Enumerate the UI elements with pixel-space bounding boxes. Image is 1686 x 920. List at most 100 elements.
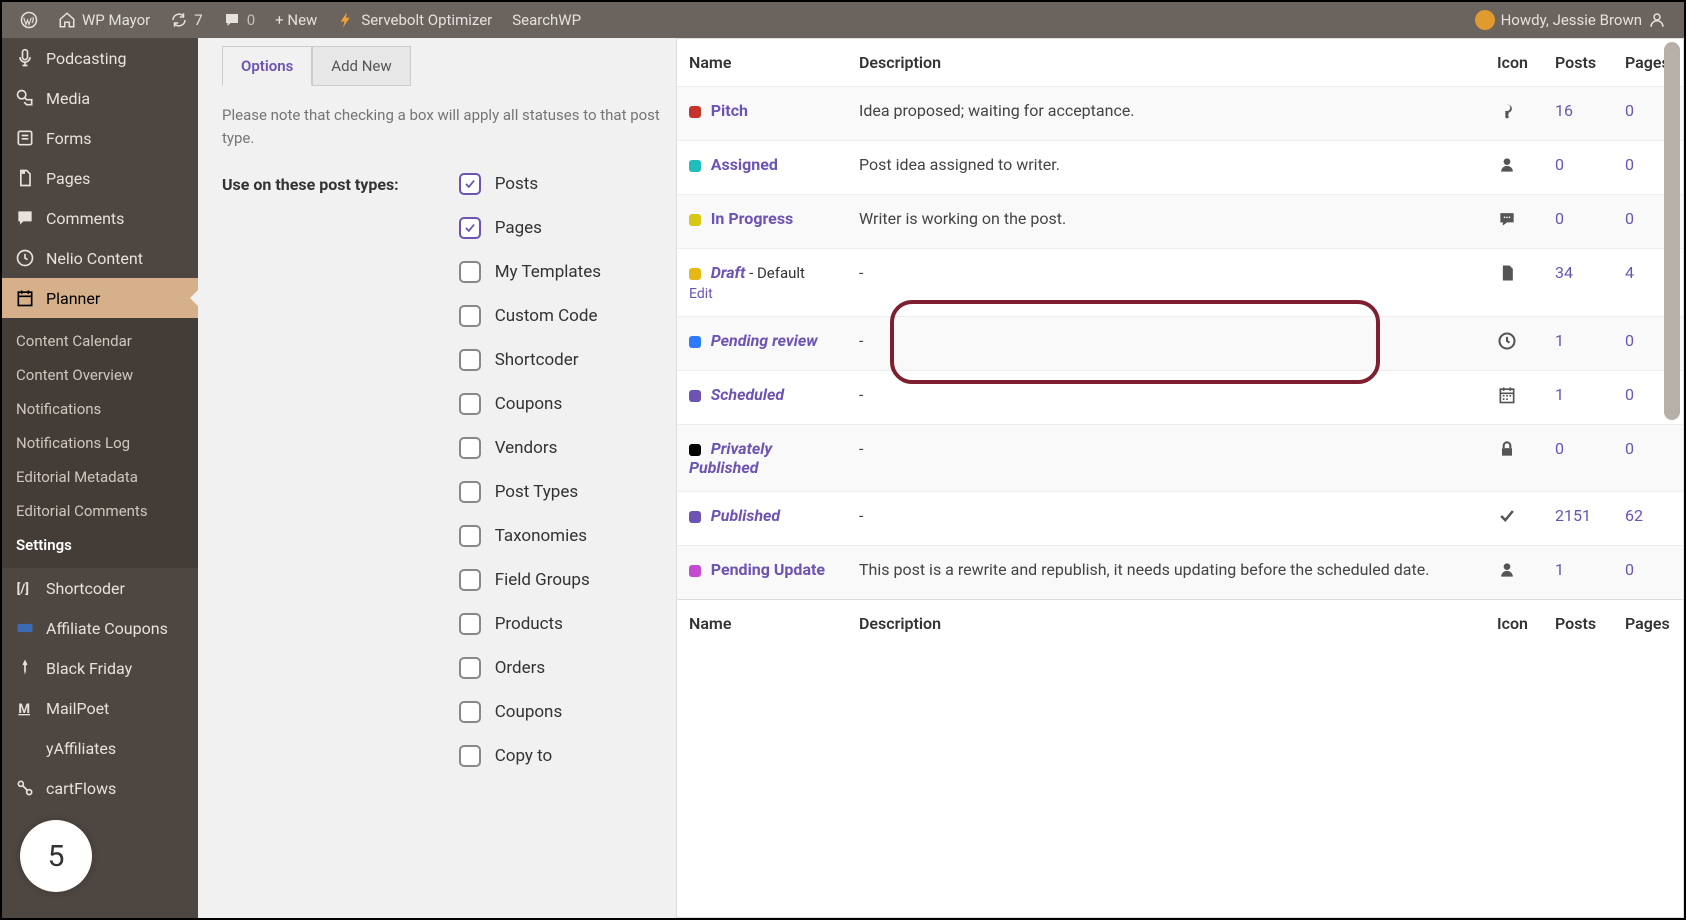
status-posts[interactable]: 16 — [1543, 87, 1613, 141]
checkbox[interactable] — [459, 437, 481, 459]
status-posts[interactable]: 1 — [1543, 317, 1613, 371]
checkbox[interactable] — [459, 701, 481, 723]
status-link[interactable]: In Progress — [711, 209, 794, 228]
site-name[interactable]: WP Mayor — [48, 2, 160, 38]
sidebar-item-nelio[interactable]: Nelio Content — [2, 238, 198, 278]
posttype-shortcoder[interactable]: Shortcoder — [459, 349, 601, 371]
posttype-vendors[interactable]: Vendors — [459, 437, 601, 459]
status-posts[interactable]: 34 — [1543, 249, 1613, 317]
status-link[interactable]: Draft — [711, 263, 746, 282]
th-posts[interactable]: Posts — [1543, 39, 1613, 87]
user-menu[interactable]: Howdy, Jessie Brown — [1465, 2, 1676, 38]
posttype-copy-to[interactable]: Copy to — [459, 745, 601, 767]
sidebar-sub-notifications-log[interactable]: Notifications Log — [2, 426, 198, 460]
calendar-icon — [14, 288, 36, 308]
posttype-taxonomies[interactable]: Taxonomies — [459, 525, 601, 547]
posttype-coupons[interactable]: Coupons — [459, 701, 601, 723]
tab-add-new[interactable]: Add New — [312, 46, 410, 86]
status-posts[interactable]: 1 — [1543, 546, 1613, 600]
comments[interactable]: 0 — [213, 2, 265, 38]
sidebar-item-shortcoder[interactable]: [/]Shortcoder — [2, 568, 198, 608]
posttype-field-groups[interactable]: Field Groups — [459, 569, 601, 591]
checkbox[interactable] — [459, 261, 481, 283]
status-row-in-progress[interactable]: In ProgressWriter is working on the post… — [677, 195, 1683, 249]
checkbox[interactable] — [459, 481, 481, 503]
sidebar-item-mailpoet[interactable]: MMailPoet — [2, 688, 198, 728]
th-desc[interactable]: Description — [847, 39, 1485, 87]
sidebar-item-label: Shortcoder — [46, 579, 125, 598]
checkbox[interactable] — [459, 745, 481, 767]
posttype-my-templates[interactable]: My Templates — [459, 261, 601, 283]
status-pages[interactable]: 0 — [1613, 546, 1683, 600]
status-row-scheduled[interactable]: Scheduled-10 — [677, 371, 1683, 425]
sidebar-item-affiliate[interactable]: Affiliate Coupons — [2, 608, 198, 648]
status-link[interactable]: Scheduled — [711, 385, 784, 404]
status-posts[interactable]: 0 — [1543, 425, 1613, 492]
status-row-published[interactable]: Published-215162 — [677, 492, 1683, 546]
status-posts[interactable]: 1 — [1543, 371, 1613, 425]
sidebar-item-comments[interactable]: Comments — [2, 198, 198, 238]
updates-count: 7 — [194, 11, 202, 29]
sidebar-sub-settings[interactable]: Settings — [2, 528, 198, 562]
status-row-pitch[interactable]: PitchIdea proposed; waiting for acceptan… — [677, 87, 1683, 141]
status-row-pending-update[interactable]: Pending UpdateThis post is a rewrite and… — [677, 546, 1683, 600]
checkbox[interactable] — [459, 393, 481, 415]
sidebar-sub-editorial-comments[interactable]: Editorial Comments — [2, 494, 198, 528]
posttype-products[interactable]: Products — [459, 613, 601, 635]
checkbox[interactable] — [459, 613, 481, 635]
sidebar-item-forms[interactable]: Forms — [2, 118, 198, 158]
checkbox[interactable] — [459, 305, 481, 327]
status-row-assigned[interactable]: AssignedPost idea assigned to writer.00 — [677, 141, 1683, 195]
status-link[interactable]: Pending Update — [711, 560, 825, 579]
checkbox[interactable] — [459, 657, 481, 679]
posttype-custom-code[interactable]: Custom Code — [459, 305, 601, 327]
updates[interactable]: 7 — [160, 2, 212, 38]
status-posts[interactable]: 0 — [1543, 141, 1613, 195]
posttype-post-types[interactable]: Post Types — [459, 481, 601, 503]
checkbox[interactable] — [459, 173, 481, 195]
th-name[interactable]: Name — [677, 39, 847, 87]
status-link[interactable]: Pending review — [711, 331, 818, 350]
sidebar-sub-content-overview[interactable]: Content Overview — [2, 358, 198, 392]
status-row-privately-published[interactable]: Privately Published-00 — [677, 425, 1683, 492]
status-row-pending-review[interactable]: Pending review-10 — [677, 317, 1683, 371]
sidebar-item-easyaff[interactable]: yAffiliates — [2, 728, 198, 768]
posttype-coupons[interactable]: Coupons — [459, 393, 601, 415]
flow-icon — [14, 778, 36, 798]
checkbox[interactable] — [459, 349, 481, 371]
status-link[interactable]: Published — [711, 506, 780, 525]
sidebar-sub-content-calendar[interactable]: Content Calendar — [2, 324, 198, 358]
sidebar-sub-editorial-metadata[interactable]: Editorial Metadata — [2, 460, 198, 494]
sidebar-item-cartflows[interactable]: cartFlows — [2, 768, 198, 808]
row-action-edit[interactable]: Edit — [689, 286, 835, 302]
sidebar-item-blackfriday[interactable]: Black Friday — [2, 648, 198, 688]
sidebar-item-planner[interactable]: Planner — [2, 278, 198, 318]
posttype-posts[interactable]: Posts — [459, 173, 601, 195]
posttype-pages[interactable]: Pages — [459, 217, 601, 239]
checkbox[interactable] — [459, 569, 481, 591]
sidebar-item-podcasting[interactable]: Podcasting — [2, 38, 198, 78]
posttype-orders[interactable]: Orders — [459, 657, 601, 679]
servebolt[interactable]: Servebolt Optimizer — [327, 2, 502, 38]
status-row-draft[interactable]: Draft - DefaultEdit-344 — [677, 249, 1683, 317]
sidebar-item-pages[interactable]: Pages — [2, 158, 198, 198]
checkbox[interactable] — [459, 217, 481, 239]
sidebar-item-media[interactable]: Media — [2, 78, 198, 118]
status-pages[interactable]: 0 — [1613, 425, 1683, 492]
new-content[interactable]: + New — [265, 2, 327, 38]
status-posts[interactable]: 0 — [1543, 195, 1613, 249]
refresh-icon — [170, 11, 188, 29]
sidebar-sub-notifications[interactable]: Notifications — [2, 392, 198, 426]
status-link[interactable]: Privately Published — [689, 439, 772, 477]
th-icon[interactable]: Icon — [1485, 39, 1543, 87]
wp-logo[interactable] — [10, 2, 48, 38]
scrollbar[interactable] — [1664, 42, 1680, 420]
status-link[interactable]: Assigned — [711, 155, 778, 174]
searchwp[interactable]: SearchWP — [502, 2, 591, 38]
checkbox[interactable] — [459, 525, 481, 547]
status-posts[interactable]: 2151 — [1543, 492, 1613, 546]
status-link[interactable]: Pitch — [711, 101, 748, 120]
tf-name: Name — [677, 600, 847, 648]
tab-options[interactable]: Options — [222, 46, 312, 86]
status-pages[interactable]: 62 — [1613, 492, 1683, 546]
